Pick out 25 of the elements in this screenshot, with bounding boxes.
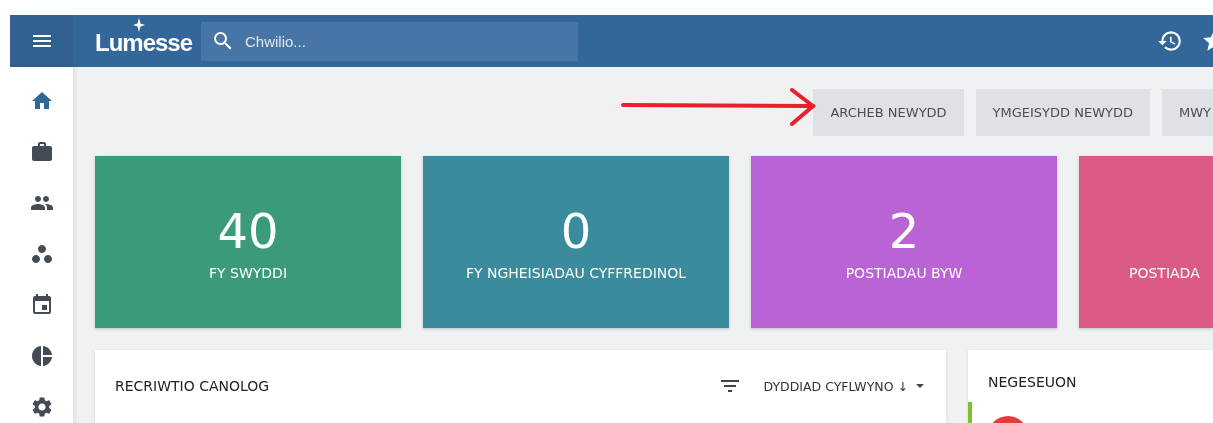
circles-icon[interactable] — [29, 242, 54, 266]
tile-label: FY NGHEISIADAU CYFFREDINOL — [465, 265, 687, 281]
tile-value: 40 — [217, 203, 279, 259]
tile-value: 2 — [888, 203, 920, 259]
sort-dropdown[interactable]: DYDDIAD CYFLWYNO ↓ — [763, 378, 924, 394]
stat-tile[interactable]: 0 FY NGHEISIADAU CYFFREDINOL — [423, 156, 729, 328]
search-field[interactable]: Chwilio... — [201, 21, 578, 61]
tile-label: FY SWYDDI — [209, 265, 287, 281]
stat-tile[interactable]: 2 POSTIADAU BYW — [751, 156, 1057, 328]
panel-title: NEGESEUON — [988, 374, 1077, 390]
action-button[interactable]: YMGEISYDD NEWYDD — [975, 89, 1150, 136]
tile-label: POSTIADAU BYW — [845, 265, 963, 281]
action-button[interactable]: MWY — [1162, 89, 1213, 136]
tile-value: 0 — [560, 203, 592, 259]
action-button[interactable]: ARCHEB NEWYDD — [813, 89, 964, 136]
panel-title: RECRIWTIO CANOLOG — [115, 378, 270, 394]
pie-chart-icon[interactable] — [29, 344, 54, 368]
caret-icon — [916, 384, 924, 388]
brand-logo: Lumesse — [95, 18, 199, 56]
stat-tile[interactable]: 40 FY SWYDDI — [95, 156, 401, 328]
stat-tile[interactable]: POSTIADA — [1079, 156, 1213, 328]
tile-label: POSTIADA — [1129, 265, 1200, 281]
briefcase-icon[interactable] — [29, 140, 54, 164]
history-icon[interactable] — [1157, 28, 1183, 54]
accent-bar — [968, 402, 972, 423]
